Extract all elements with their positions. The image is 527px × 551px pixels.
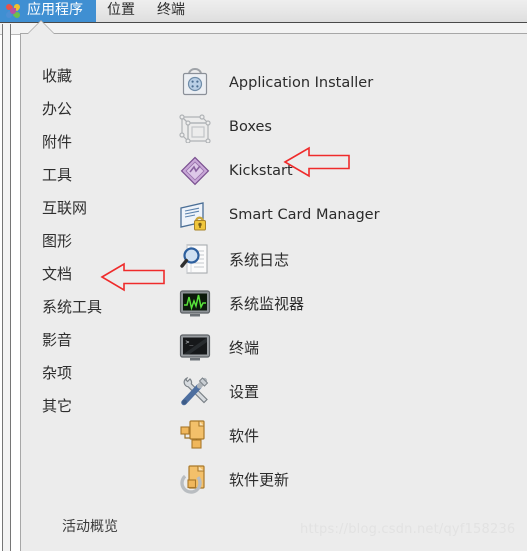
app-item-smart-card-manager[interactable]: Smart Card Manager xyxy=(161,193,521,237)
category-label: 杂项 xyxy=(42,364,73,382)
menubar-item-terminal[interactable]: 终端 xyxy=(146,0,196,22)
activities-overview-label: 活动概览 xyxy=(62,519,118,535)
category-item-internet[interactable]: 互联网 xyxy=(21,191,161,224)
app-label: 设置 xyxy=(229,382,260,401)
app-label: 软件 xyxy=(229,426,260,445)
arrow-pointing-to-system-tools xyxy=(100,259,166,299)
category-item-sundry[interactable]: 杂项 xyxy=(21,356,161,389)
screenshot-root: 应用程序 位置 终端 收藏 办公 附件 工具 互联网 图形 文档 系统工具 影音… xyxy=(0,0,527,551)
category-item-accessories[interactable]: 附件 xyxy=(21,125,161,158)
software-package-icon xyxy=(179,419,211,451)
system-monitor-icon xyxy=(179,287,211,319)
category-item-office[interactable]: 办公 xyxy=(21,92,161,125)
app-label: Boxes xyxy=(229,119,272,135)
gnome-pinwheel-icon xyxy=(4,2,22,19)
app-label: 系统监视器 xyxy=(229,294,305,313)
applications-menu-popup: 收藏 办公 附件 工具 互联网 图形 文档 系统工具 影音 杂项 其它 Appl… xyxy=(20,33,527,551)
category-label: 办公 xyxy=(42,100,73,118)
category-list: 收藏 办公 附件 工具 互联网 图形 文档 系统工具 影音 杂项 其它 xyxy=(21,34,161,422)
app-item-settings[interactable]: 设置 xyxy=(161,369,521,413)
category-label: 其它 xyxy=(42,397,73,415)
watermark: https://blog.csdn.net/qyf158236 xyxy=(300,522,516,537)
category-label: 系统工具 xyxy=(42,298,103,316)
category-label: 图形 xyxy=(42,232,73,250)
app-label: 系统日志 xyxy=(229,250,290,269)
activities-overview-item[interactable]: 活动概览 xyxy=(62,516,118,536)
category-item-tools[interactable]: 工具 xyxy=(21,158,161,191)
category-label: 收藏 xyxy=(42,67,73,85)
menubar-item-places[interactable]: 位置 xyxy=(96,0,146,22)
popup-notch xyxy=(28,21,54,34)
menubar-item-applications-label: 应用程序 xyxy=(27,2,83,18)
app-label: Application Installer xyxy=(229,75,374,91)
app-item-software-update[interactable]: 软件更新 xyxy=(161,457,521,501)
screen-edge-rule-outer xyxy=(2,24,3,551)
menubar-item-terminal-label: 终端 xyxy=(157,2,185,18)
screen-edge-fill xyxy=(3,24,10,551)
menubar-item-places-label: 位置 xyxy=(107,2,135,18)
category-item-favorites[interactable]: 收藏 xyxy=(21,59,161,92)
top-menu-bar: 应用程序 位置 终端 xyxy=(0,0,527,23)
category-item-multimedia[interactable]: 影音 xyxy=(21,323,161,356)
app-item-system-monitor[interactable]: 系统监视器 xyxy=(161,281,521,325)
package-installer-icon xyxy=(179,67,211,99)
app-item-system-log[interactable]: 系统日志 xyxy=(161,237,521,281)
arrow-pointing-to-kickstart xyxy=(283,143,351,185)
category-item-graphics[interactable]: 图形 xyxy=(21,224,161,257)
app-label: 软件更新 xyxy=(229,470,290,489)
category-label: 影音 xyxy=(42,331,73,349)
app-item-terminal[interactable]: >_ 终端 xyxy=(161,325,521,369)
screen-edge-rule-inner xyxy=(10,24,11,551)
category-label: 附件 xyxy=(42,133,73,151)
application-list: Application Installer Boxes Kickstart Sm… xyxy=(161,34,521,501)
category-label: 互联网 xyxy=(42,199,88,217)
software-update-icon xyxy=(179,463,211,495)
category-label: 文档 xyxy=(42,265,73,283)
settings-tools-icon xyxy=(179,375,211,407)
smart-card-lock-icon xyxy=(179,199,211,231)
app-item-software[interactable]: 软件 xyxy=(161,413,521,457)
app-label: 终端 xyxy=(229,338,260,357)
app-label: Smart Card Manager xyxy=(229,207,380,223)
svg-text:>_: >_ xyxy=(186,338,194,346)
app-item-application-installer[interactable]: Application Installer xyxy=(161,61,521,105)
kickstart-diamond-icon xyxy=(179,155,211,187)
category-label: 工具 xyxy=(42,166,73,184)
log-magnifier-icon xyxy=(179,243,211,275)
menubar-item-applications[interactable]: 应用程序 xyxy=(0,0,96,22)
boxes-icon xyxy=(179,111,211,144)
category-item-other[interactable]: 其它 xyxy=(21,389,161,422)
terminal-icon: >_ xyxy=(179,331,211,363)
